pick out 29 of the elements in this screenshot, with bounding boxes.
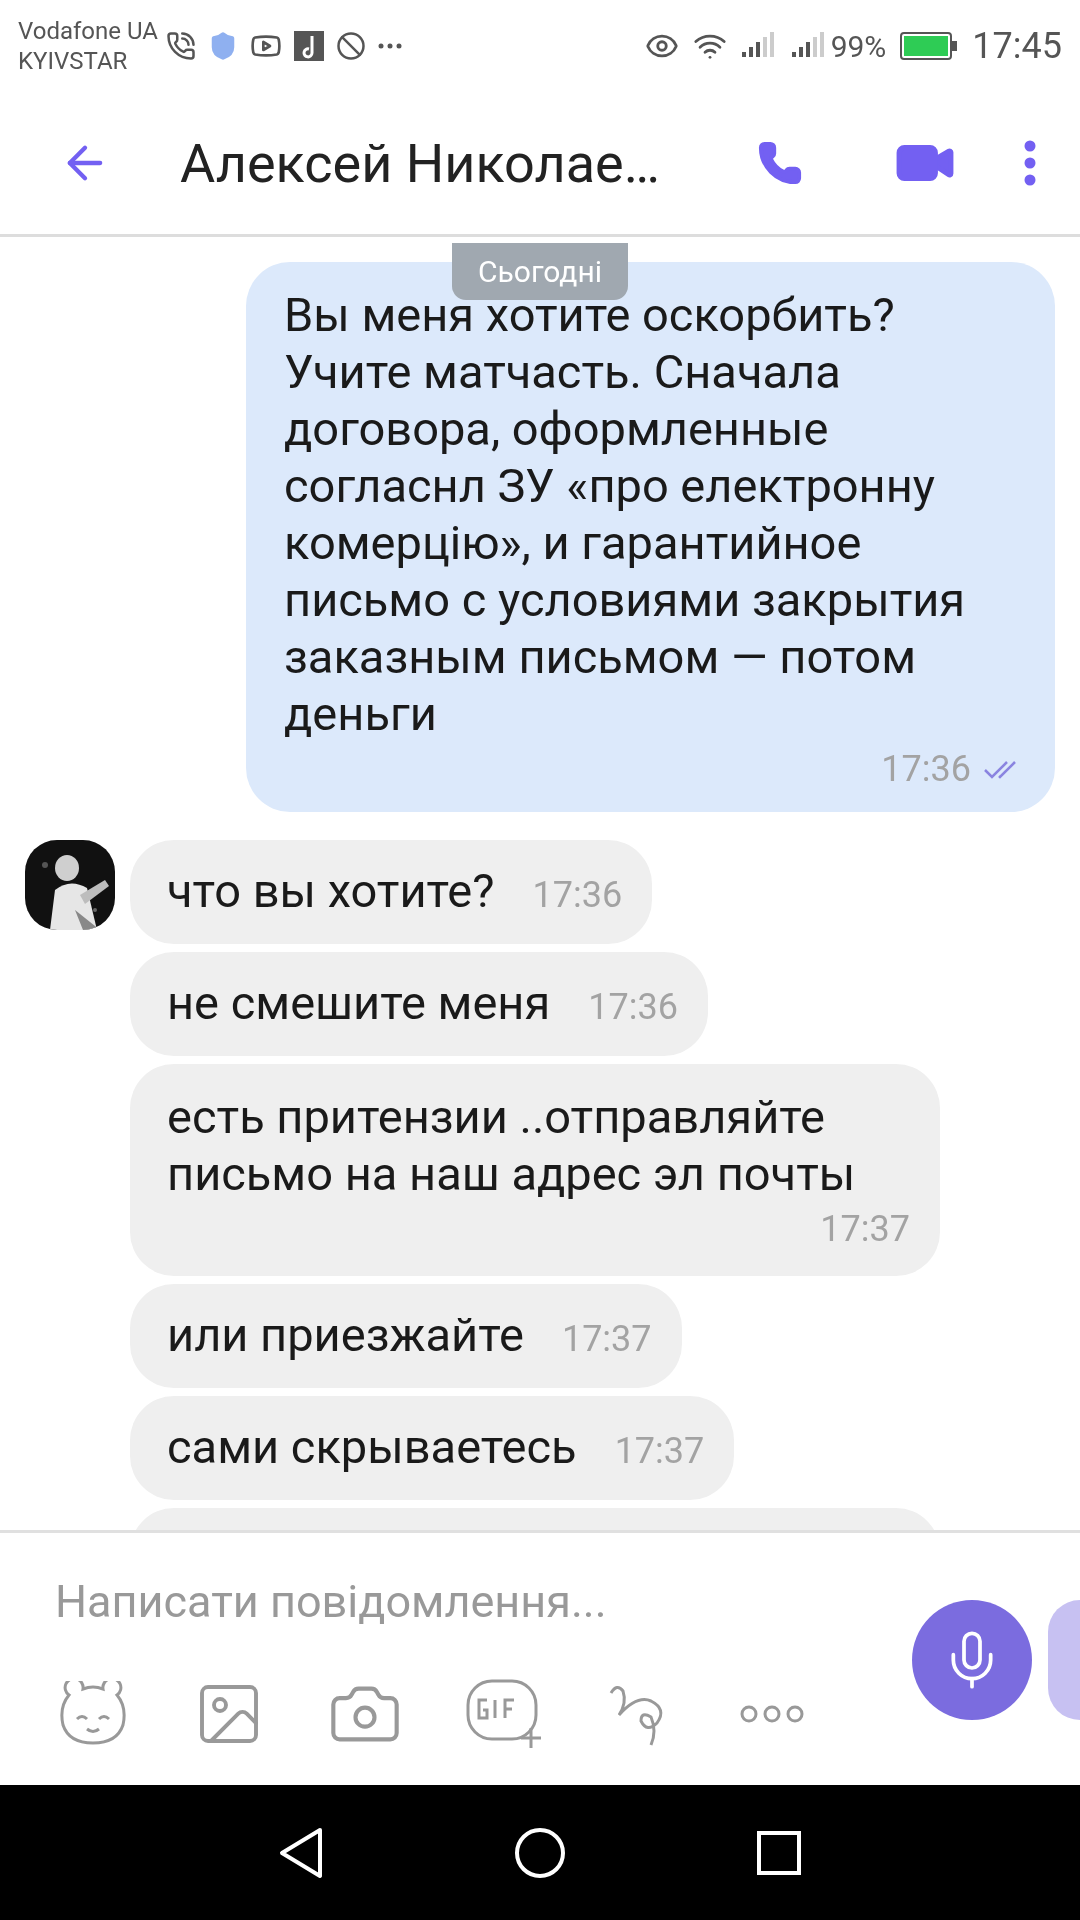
date-label: Сьогодні	[452, 243, 628, 300]
message-input[interactable]: Написати повідомлення...	[55, 1568, 875, 1636]
carrier-name: Vodafone UA	[18, 16, 158, 46]
message-time: 17:37	[614, 1429, 705, 1474]
battery-percent: 99%	[830, 27, 887, 66]
chat-title: Алексей Николае…	[180, 130, 660, 197]
message-time: 17:36	[532, 873, 623, 918]
more-notifications-icon	[377, 43, 402, 49]
message-text: или приезжайте	[167, 1306, 524, 1363]
message-time: 17:37	[561, 1317, 652, 1362]
battery-icon	[900, 32, 959, 60]
clock-time: 17:45	[972, 24, 1062, 69]
carrier-name: KYIVSTAR	[18, 46, 129, 76]
vertical-dots-icon	[1024, 140, 1036, 186]
wifi-call-icon	[165, 31, 196, 61]
message-text: не смешите меня	[167, 974, 551, 1031]
message-text: есть притензии ..отправляйте письмо на наш адрес эл почты	[167, 1088, 857, 1202]
home-nav-icon[interactable]	[514, 1826, 566, 1879]
blocked-icon	[335, 31, 366, 61]
message-text: сами скрываетесь	[167, 1418, 577, 1475]
more-options-icon[interactable]	[739, 1703, 805, 1724]
message-time: 17:36	[881, 747, 971, 792]
message-time: 17:37	[820, 1207, 910, 1252]
music-note-icon	[293, 31, 324, 61]
phone-icon	[757, 140, 803, 186]
recents-nav-icon[interactable]	[756, 1829, 802, 1876]
message-time: 17:36	[588, 985, 678, 1030]
back-nav-icon[interactable]	[278, 1826, 324, 1879]
message-text: что вы хотите?	[167, 862, 495, 919]
